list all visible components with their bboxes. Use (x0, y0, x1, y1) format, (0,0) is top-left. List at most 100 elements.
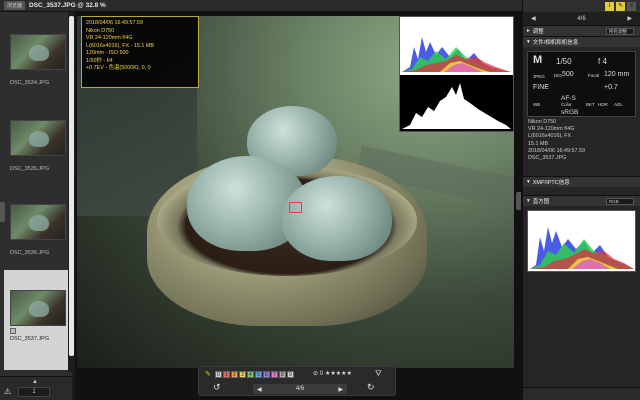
thumbnail-name: DSC_3534.JPG (10, 80, 50, 86)
label-0[interactable]: 0 (214, 370, 222, 378)
thumbnail-item[interactable]: DSC_3535.JPG (6, 120, 68, 172)
scrollbar-thumb[interactable] (69, 16, 74, 356)
iso-value: 500 (562, 71, 574, 78)
image-counter: 4/6 (295, 386, 305, 392)
rating-control[interactable]: ⊘ 0 ★★★★★ (313, 370, 352, 377)
previous-image-icon[interactable]: ◀ (531, 15, 536, 22)
next-image-icon[interactable]: ▶ (627, 15, 632, 22)
previous-image-icon[interactable]: ◀ (257, 386, 262, 393)
label-9[interactable]: 9 (286, 370, 294, 378)
aperture-value: f 4 (598, 57, 607, 66)
label-6[interactable]: 6 (262, 370, 270, 378)
image-counter: 4/6 (577, 15, 586, 22)
section-title: XMP/IPTC信息 (532, 180, 570, 187)
xmp-section-header[interactable]: ▾ XMP/IPTC信息 (523, 176, 640, 188)
meta-line: 15.1 MB (528, 140, 549, 147)
shutter-value: 1/50 (556, 57, 572, 66)
expand-icon[interactable]: ▸ (527, 28, 530, 34)
thumbnail-image[interactable] (10, 34, 66, 70)
succulent-right (282, 176, 392, 261)
meta-line: VR 24-120mm f/4G (528, 126, 575, 133)
film-strip-scrollbar[interactable] (68, 12, 75, 372)
meta-line: 2018/04/06 16:49:57.59 (528, 147, 585, 154)
thumbnail-item[interactable]: DSC_3534.JPG (6, 34, 68, 86)
label-1[interactable]: 1 (222, 370, 230, 378)
collapse-icon[interactable]: ▾ (527, 39, 530, 45)
scroll-up-icon[interactable]: ▲ (32, 379, 38, 385)
protect-icon[interactable]: ⛛ (375, 369, 382, 379)
thumbnail-item[interactable]: DSC_3536.JPG (6, 204, 68, 256)
shooting-info-overlay: 2018/04/06 16:49:57.59 Nikon D750 VR 24-… (81, 16, 199, 88)
focal-value: 120 mm (604, 71, 630, 78)
histogram-overlay (399, 16, 514, 132)
thumbnail-image[interactable] (10, 120, 66, 156)
thumbnail-image[interactable] (10, 290, 66, 326)
info-line: L(6016x4016), FX - 15.1 MB (86, 42, 155, 49)
hdr-label: HDR (598, 102, 608, 107)
section-title: 调整 (532, 29, 544, 35)
warning-icon[interactable]: ⚠ (4, 387, 11, 396)
rotate-left-icon[interactable]: ↺ (213, 382, 221, 393)
edit-toggle-icon[interactable]: ✎ (616, 1, 625, 11)
info-line: 2018/04/06 16:49:57.59 (86, 20, 143, 26)
strip-collapse-handle[interactable] (0, 202, 5, 222)
rating-clear[interactable]: ⊘ 0 (313, 370, 323, 377)
label-3[interactable]: 3 (238, 370, 246, 378)
film-strip-footer: ▲ ⚠ 1 (0, 376, 72, 400)
info-toggle-icon[interactable]: i (605, 1, 614, 11)
pin-icon[interactable]: ✎ (205, 370, 211, 378)
color-space: sRGB (561, 109, 579, 116)
camera-section-header[interactable]: ▾ 文件/相机和机信息 (523, 36, 640, 47)
section-title: 直方图 (532, 199, 550, 206)
right-panel: i ✎ ≡ ◀ 4/6 ▶ ▸ 调整 所有调整 ▾ 文件/相机和机信息 M 1/… (522, 0, 640, 400)
meta-line: Nikon D750 (528, 119, 557, 125)
right-panel-navigator: ◀ 4/6 ▶ (523, 12, 640, 25)
info-line: VR 24-120mm f/4G (86, 35, 133, 41)
mode-badge[interactable]: 浏览器 (4, 1, 26, 10)
collapse-icon[interactable]: ▾ (527, 179, 530, 185)
ev-value: +0.7 (604, 84, 618, 91)
histogram-section-header[interactable]: ▾ 直方图 RGB (523, 195, 640, 207)
iso-label: ISO (554, 73, 562, 78)
label-7[interactable]: 7 (270, 370, 278, 378)
rating-stars[interactable]: ★★★★★ (325, 370, 352, 377)
thumbnail-image[interactable] (10, 204, 66, 240)
focus-point-marker (289, 202, 302, 213)
image-viewer[interactable]: 2018/04/06 16:49:57.59 Nikon D750 VR 24-… (75, 12, 522, 400)
quality-value: FINE (533, 84, 549, 91)
af-mode: AF-S (561, 95, 576, 102)
meta-line: L(6016x4016), FX (528, 133, 572, 140)
next-image-icon[interactable]: ▶ (338, 386, 343, 393)
image-navigator: ◀ 4/6 ▶ (253, 384, 347, 394)
panel-menu-icon[interactable]: ≡ (627, 1, 636, 11)
thumbnail-name: DSC_3537.JPG (10, 336, 50, 342)
label-row: ✎ 0 1 2 3 4 5 6 7 8 9 (205, 370, 294, 378)
window-title: DSC_3537.JPG @ 32.8 % (29, 2, 106, 9)
adjust-select[interactable]: 所有调整 (606, 28, 634, 35)
thumbnail-name: DSC_3536.JPG (10, 250, 50, 256)
right-panel-collapse-handle[interactable] (516, 192, 521, 210)
app-window: 浏览器 DSC_3537.JPG @ 32.8 % DSC_3534.JPG D… (0, 0, 640, 400)
label-2[interactable]: 2 (230, 370, 238, 378)
rotate-right-icon[interactable]: ↻ (367, 382, 375, 393)
exposure-mode: M (533, 54, 543, 66)
wb-label: WB (533, 102, 541, 107)
label-8[interactable]: 8 (278, 370, 286, 378)
jpeg-label: JPEG (533, 74, 545, 79)
page-input[interactable]: 1 (18, 387, 50, 397)
bkt-label: BKT (586, 102, 595, 107)
info-line: 1/50秒 - f/4 (86, 57, 113, 64)
label-5[interactable]: 5 (254, 370, 262, 378)
collapse-icon[interactable]: ▾ (527, 198, 530, 204)
label-4[interactable]: 4 (246, 370, 254, 378)
adjust-section-header[interactable]: ▸ 调整 所有调整 (523, 25, 640, 36)
section-title: 文件/相机和机信息 (532, 40, 579, 46)
histogram-panel (527, 210, 636, 273)
histogram-channel-select[interactable]: RGB (606, 198, 634, 206)
thumbnail-item-selected[interactable]: DSC_3537.JPG (4, 270, 70, 370)
meta-line: DSC_3537.JPG (528, 155, 567, 162)
color-label: Color (561, 102, 572, 107)
right-panel-toolbar: i ✎ ≡ (523, 0, 640, 12)
